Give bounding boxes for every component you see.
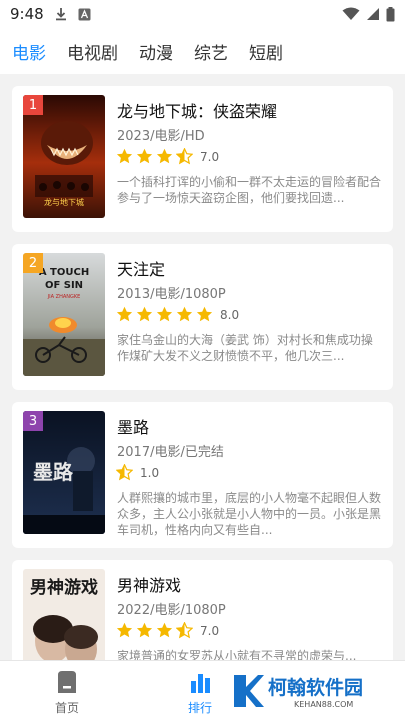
watermark: 柯翰软件园 KEHAN88.COM	[226, 667, 398, 715]
battery-icon	[386, 6, 395, 21]
home-icon	[58, 671, 76, 693]
star-icon	[136, 148, 153, 164]
movie-meta: 2023/电影/HD	[117, 129, 205, 144]
star-icon	[156, 148, 173, 164]
poster-title-text: 龙与地下城	[44, 197, 84, 207]
rank-badge: 2	[23, 253, 43, 273]
movie-description: 家住乌金山的大海（姜武 饰）对村长和焦成功操作煤矿大发不义之财愤愤不平，他几次三…	[117, 333, 373, 363]
svg-text:OF SIN: OF SIN	[45, 280, 83, 291]
tab-movie[interactable]: 电影	[12, 39, 46, 64]
rank-badge: 1	[23, 95, 43, 115]
app-notification-icon	[78, 8, 91, 20]
movie-card[interactable]: 龙与地下城 1 龙与地下城：侠盗荣耀 2023/电影/HD 7.0 一个插科打诨…	[12, 86, 393, 232]
star-icon	[116, 622, 133, 638]
star-icon	[136, 622, 153, 638]
movie-title[interactable]: 男神游戏	[117, 572, 181, 596]
movie-poster[interactable]: 墨路 3	[23, 411, 105, 534]
star-icon	[156, 622, 173, 638]
movie-rating: 1.0	[116, 464, 159, 481]
movie-meta: 2013/电影/1080P	[117, 287, 226, 302]
movie-description: 人群熙攘的城市里，底层的小人物毫不起眼但人数众多，主人公小张就是小人物中的一员。…	[117, 491, 381, 537]
star-icon	[176, 306, 193, 322]
star-half-icon	[176, 622, 193, 639]
nav-home[interactable]: 首页	[22, 661, 112, 721]
nav-home-label: 首页	[54, 701, 79, 715]
watermark-text: 柯翰软件园	[268, 677, 364, 699]
rating-score: 8.0	[220, 307, 240, 322]
status-notification-icons	[54, 7, 91, 21]
status-system-icons	[342, 6, 395, 22]
rating-score: 1.0	[140, 465, 160, 480]
movie-meta: 2017/电影/已完结	[117, 445, 224, 460]
rank-badge: 3	[23, 411, 43, 431]
movie-description: 一个插科打诨的小偷和一群不太走运的冒险者配合参与了一场惊天盗窃企图，他们要找回遗…	[117, 175, 381, 205]
movie-title[interactable]: 墨路	[117, 414, 149, 438]
tab-short-drama[interactable]: 短剧	[249, 39, 283, 64]
movie-rating: 7.0	[116, 622, 219, 639]
tab-tv-series[interactable]: 电视剧	[67, 39, 118, 64]
poster-title-text: 男神游戏	[30, 577, 98, 598]
star-icon	[116, 306, 133, 322]
wifi-icon	[342, 7, 360, 20]
status-bar: 9:48	[0, 0, 405, 28]
svg-text:JIA ZHANGKE: JIA ZHANGKE	[47, 294, 81, 300]
star-icon	[116, 148, 133, 164]
star-half-icon	[176, 148, 193, 165]
star-half-icon	[116, 464, 133, 481]
category-tabs: 电影 电视剧 动漫 综艺 短剧	[0, 28, 405, 74]
rating-score: 7.0	[200, 149, 220, 164]
movie-card[interactable]: 墨路 3 墨路 2017/电影/已完结 1.0 人群熙攘的城市里，底层的小人物毫…	[12, 402, 393, 548]
movie-card[interactable]: A TOUCH OF SIN JIA ZHANGKE 2 天注定 2013/电影…	[12, 244, 393, 390]
movie-title[interactable]: 龙与地下城：侠盗荣耀	[117, 98, 277, 122]
poster-title-text: A TOUCH	[39, 267, 89, 278]
tab-variety[interactable]: 综艺	[194, 39, 228, 64]
star-icon	[196, 306, 213, 322]
rating-score: 7.0	[200, 623, 220, 638]
download-icon	[55, 8, 66, 21]
watermark-url: KEHAN88.COM	[294, 700, 354, 709]
movie-title[interactable]: 天注定	[117, 256, 165, 280]
poster-title-text: 墨路	[33, 460, 74, 484]
tab-anime[interactable]: 动漫	[139, 39, 173, 64]
status-time: 9:48	[10, 5, 44, 23]
movie-poster[interactable]: A TOUCH OF SIN JIA ZHANGKE 2	[23, 253, 105, 376]
movie-rating: 8.0	[116, 306, 239, 323]
movie-meta: 2022/电影/1080P	[117, 603, 226, 618]
movie-rating: 7.0	[116, 148, 219, 165]
star-icon	[136, 306, 153, 322]
ranking-icon	[191, 674, 210, 693]
star-icon	[156, 306, 173, 322]
signal-icon	[367, 8, 379, 20]
watermark-logo-icon	[234, 675, 264, 707]
movie-poster[interactable]: 龙与地下城 1	[23, 95, 105, 218]
